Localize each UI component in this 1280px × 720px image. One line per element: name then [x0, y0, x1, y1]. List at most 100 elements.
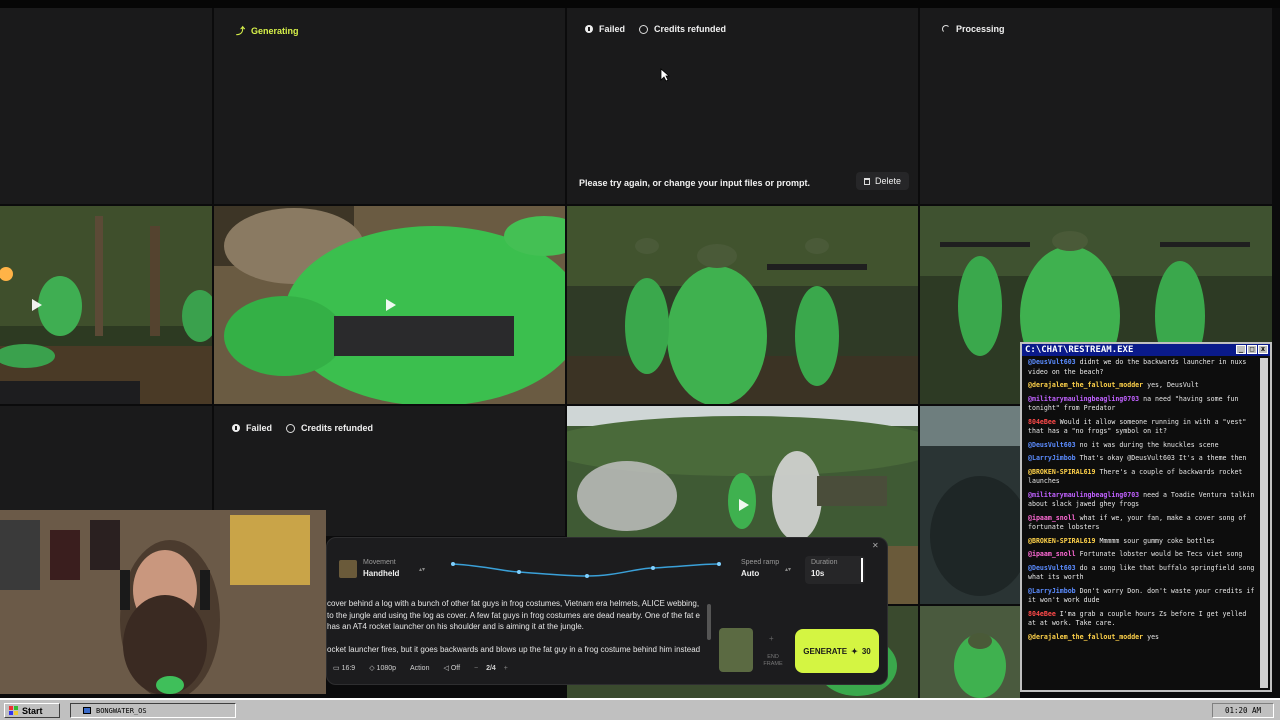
video-thumbnail-3[interactable] [567, 206, 918, 404]
dark-scene-image [920, 406, 1020, 604]
count-stepper[interactable]: − 2/4 + [474, 665, 508, 672]
delete-button[interactable]: Delete [856, 172, 910, 190]
prompt-scrollbar[interactable] [707, 604, 711, 640]
generation-panel: Movement Handheld ▴▾ Speed ramp Auto ▴▾ … [326, 537, 888, 685]
speed-ramp-label: Speed ramp [741, 559, 780, 566]
chat-message: @DeusVult603 no it was during the knuckl… [1028, 441, 1258, 451]
windows-logo-icon [9, 706, 18, 715]
video-tile-processing[interactable]: Processing [920, 8, 1272, 204]
video-thumbnail-6[interactable] [920, 406, 1020, 604]
frog-soldier-image [920, 606, 1020, 698]
webcam-overlay [0, 510, 326, 694]
chat-message: @BROKEN-SPIRAL619 Mmmmm sour gummy coke … [1028, 537, 1258, 547]
chevron-updown-icon: ▴▾ [419, 567, 426, 573]
chat-text: Fortunate lobster would be Tecs viet son… [1079, 550, 1243, 558]
chat-username: @militarymaulingbeagling0703 [1028, 394, 1140, 403]
failed-status: Failed Credits refunded [585, 24, 726, 34]
delete-label: Delete [875, 176, 902, 186]
duration-control[interactable]: Duration 10s [805, 556, 865, 584]
chat-message: @derajalem_the_fallout_modder yes, DeusV… [1028, 381, 1258, 391]
aspect-ratio-icon: ▭ [333, 665, 340, 672]
video-thumbnail-2[interactable] [214, 206, 565, 404]
chat-username: 804eBee [1028, 609, 1056, 618]
chat-username: @DeusVult603 [1028, 358, 1076, 366]
failed-label: Failed [246, 423, 273, 433]
speed-ramp-control[interactable]: Speed ramp Auto ▴▾ [735, 556, 791, 584]
credits-refunded-label: Credits refunded [301, 423, 374, 433]
failed-status: Failed Credits refunded [232, 423, 373, 433]
aspect-ratio-option[interactable]: ▭ 16:9 [333, 664, 355, 672]
video-tile-failed[interactable]: Failed Credits refunded Please try again… [567, 8, 918, 204]
video-tile-generating[interactable]: ⤴ Generating [214, 8, 565, 204]
chat-message: @militarymaulingbeagling0703 na need "ha… [1028, 395, 1258, 414]
chat-scrollbar[interactable] [1260, 358, 1268, 688]
info-icon [639, 24, 649, 34]
plus-icon[interactable]: + [504, 665, 508, 672]
chat-username: @derajalem_the_fallout_modder [1028, 381, 1144, 389]
play-icon[interactable] [386, 299, 396, 311]
movement-control[interactable]: Movement Handheld ▴▾ [337, 556, 427, 584]
mode-value: Action [410, 664, 430, 672]
audio-option[interactable]: ◁ Off [443, 664, 460, 672]
close-icon[interactable]: ✕ [872, 542, 880, 550]
chat-titlebar[interactable]: C:\CHAT\RESTREAM.EXE _ □ x [1022, 344, 1270, 356]
play-icon[interactable] [739, 499, 749, 511]
generate-label: GENERATE [803, 646, 848, 656]
chat-message: @derajalem_the_fallout_modder yes [1028, 633, 1258, 643]
window-controls: _ □ x [1236, 345, 1268, 354]
taskbar-item-label: BONGWATER_OS [96, 706, 147, 715]
close-icon[interactable]: x [1258, 345, 1268, 354]
chat-text: Mmmmm sour gummy coke bottles [1099, 536, 1215, 545]
trash-icon [864, 177, 870, 185]
chevron-updown-icon: ▴▾ [785, 567, 792, 573]
generating-label: Generating [251, 25, 299, 36]
mode-option[interactable]: Action [410, 665, 429, 672]
prompt-textarea[interactable]: cover behind a log with a bunch of other… [327, 598, 707, 656]
chat-username: @ipaam_snoll [1028, 550, 1076, 558]
chat-username: @LarryJimbob [1028, 454, 1076, 462]
video-thumbnail-8[interactable] [920, 606, 1020, 698]
video-thumbnail-1[interactable] [0, 206, 212, 404]
start-button[interactable]: Start [4, 703, 60, 718]
maximize-icon[interactable]: □ [1247, 345, 1257, 354]
mouse-cursor-icon [660, 68, 670, 82]
speed-ramp-value: Auto [741, 569, 760, 578]
chat-message: @ipaam_snoll what if we, your fan, make … [1028, 514, 1258, 533]
chat-message: @DeusVult603 didnt we do the backwards l… [1028, 358, 1258, 377]
diamond-icon: ◇ [369, 665, 375, 672]
credits-icon: ✦ [851, 646, 858, 656]
chat-message: @LarryJimbob Don't worry Don. don't wast… [1028, 587, 1258, 606]
resolution-option[interactable]: ◇ 1080p [369, 664, 396, 672]
info-icon [286, 423, 296, 433]
chat-messages: @DeusVult603 didnt we do the backwards l… [1022, 356, 1270, 642]
taskbar: Start BONGWATER_OS 01:20 AM [0, 698, 1280, 720]
minimize-icon[interactable]: _ [1236, 345, 1246, 354]
chat-username: @derajalem_the_fallout_modder [1028, 632, 1144, 641]
window-icon [83, 707, 91, 714]
chat-message: 804eBee I'ma grab a couple hours Zs befo… [1028, 610, 1258, 629]
generate-button[interactable]: GENERATE ✦ 30 [795, 629, 879, 673]
movement-thumbnail [339, 560, 357, 578]
frog-soldiers-aiming-image [567, 206, 918, 404]
aspect-ratio-value: 16:9 [341, 665, 356, 672]
minus-icon[interactable]: − [474, 665, 478, 672]
play-icon[interactable] [32, 299, 42, 311]
taskbar-clock: 01:20 AM [1212, 703, 1274, 718]
chat-text: I'ma grab a couple hours Zs before I get… [1028, 609, 1247, 628]
spinner-icon: ⤴ [236, 26, 246, 36]
movement-label: Movement [363, 559, 396, 566]
chat-username: @DeusVult603 [1028, 440, 1076, 449]
video-tile-empty-2 [0, 406, 212, 510]
chat-username: @ipaam_snoll [1028, 513, 1076, 522]
speed-curve-graph[interactable] [447, 554, 727, 584]
video-tile-empty-1 [0, 8, 212, 204]
alert-icon [232, 424, 240, 432]
duration-slider-handle[interactable] [861, 558, 863, 582]
chat-username: 804eBee [1028, 417, 1056, 426]
chat-message: 804eBee Would it allow someone running i… [1028, 418, 1258, 437]
chat-window[interactable]: C:\CHAT\RESTREAM.EXE _ □ x @DeusVult603 … [1020, 342, 1272, 692]
spinner-icon [942, 25, 950, 33]
taskbar-item-bongwater[interactable]: BONGWATER_OS [70, 703, 236, 718]
movement-value: Handheld [363, 569, 400, 578]
top-bar [0, 0, 1280, 8]
